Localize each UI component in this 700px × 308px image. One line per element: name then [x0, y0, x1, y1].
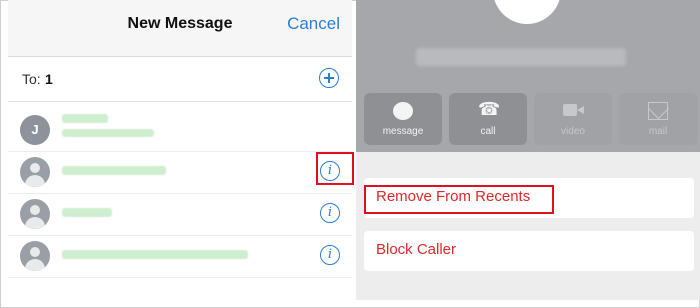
highlight-box [316, 152, 354, 185]
video-action-button[interactable]: video [534, 93, 612, 145]
info-icon[interactable]: i [320, 203, 340, 223]
action-label: call [480, 126, 496, 137]
redacted-name [62, 114, 108, 123]
redacted-name [62, 208, 112, 217]
redacted-detail [62, 129, 154, 137]
action-label: video [561, 126, 585, 137]
action-label: mail [648, 126, 668, 137]
person-body [25, 217, 45, 229]
redacted-name [62, 250, 248, 259]
to-label: To: [22, 71, 41, 87]
block-caller-button[interactable]: Block Caller [364, 231, 694, 271]
navigation-bar: New Message Cancel [8, 0, 352, 57]
avatar [20, 241, 50, 271]
message-action-button[interactable]: message [364, 93, 442, 145]
avatar-initial: J [31, 122, 39, 137]
avatar [20, 157, 50, 187]
mail-action-button[interactable]: mail [619, 93, 697, 145]
add-contact-icon[interactable] [319, 68, 339, 88]
message-bubble-icon [393, 102, 413, 120]
redacted-name [62, 166, 166, 175]
new-message-panel: New Message Cancel To: 1 J i i i [8, 0, 354, 300]
person-body [25, 175, 45, 187]
info-icon[interactable]: i [320, 245, 340, 265]
contact-header: message call video mail [356, 0, 700, 152]
contact-row[interactable]: i [8, 152, 352, 194]
phone-icon [478, 99, 500, 120]
person-head [30, 247, 40, 257]
block-caller-label: Block Caller [376, 241, 457, 258]
action-label: message [382, 126, 424, 137]
person-head [30, 163, 40, 173]
redacted-phone-number [416, 48, 626, 66]
highlight-box [364, 185, 554, 214]
contact-row[interactable]: i [8, 194, 352, 236]
contact-row[interactable]: J [8, 110, 352, 152]
video-camera-icon [563, 102, 584, 120]
avatar [20, 199, 50, 229]
mail-envelope-icon [648, 102, 668, 120]
avatar [493, 0, 561, 24]
call-action-button[interactable]: call [449, 93, 527, 145]
to-value: 1 [45, 71, 53, 87]
spacer [8, 102, 352, 110]
person-body [25, 259, 45, 271]
avatar: J [20, 115, 50, 145]
to-field[interactable]: To: 1 [8, 57, 352, 102]
person-head [30, 205, 40, 215]
contact-detail-panel: message call video mail Remove From Rece… [356, 0, 700, 300]
cancel-button[interactable]: Cancel [287, 14, 340, 34]
contact-row[interactable]: i [8, 236, 352, 278]
